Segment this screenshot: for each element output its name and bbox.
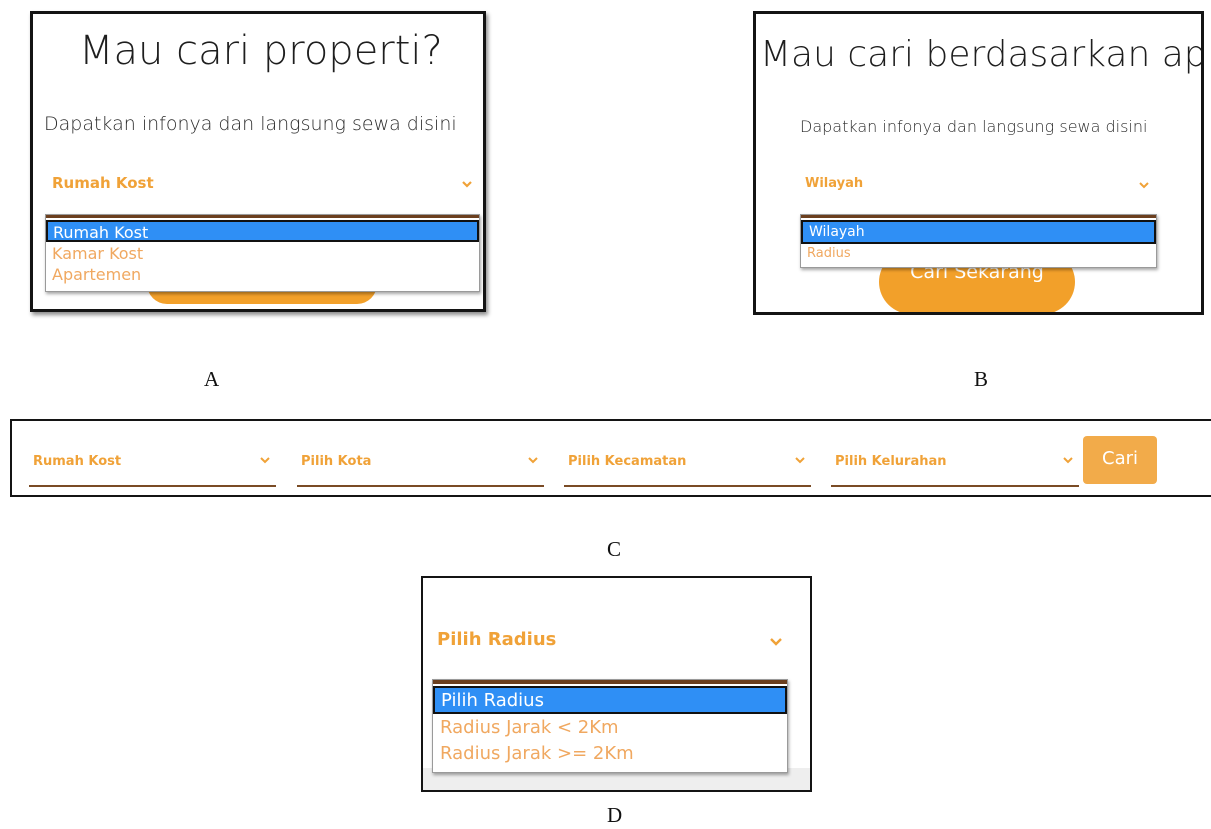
option-rumah-kost[interactable]: Rumah Kost bbox=[46, 220, 479, 242]
field-value: Pilih Kecamatan bbox=[568, 454, 687, 469]
option-radius[interactable]: Radius bbox=[801, 246, 1156, 264]
label-d: D bbox=[607, 803, 623, 827]
option-kamar-kost[interactable]: Kamar Kost bbox=[46, 243, 479, 263]
chevron-down-icon[interactable] bbox=[1062, 455, 1074, 465]
option-radius-lt-2km[interactable]: Radius Jarak < 2Km bbox=[433, 716, 787, 741]
option-radius-gte-2km[interactable]: Radius Jarak >= 2Km bbox=[433, 742, 787, 767]
panel-a: Mau cari properti? Dapatkan infonya dan … bbox=[30, 11, 486, 312]
page-title: Mau cari berdasarkan apa? bbox=[760, 34, 1204, 75]
property-type-select[interactable]: Rumah Kost bbox=[47, 169, 477, 199]
chevron-down-icon[interactable] bbox=[769, 635, 783, 647]
field-kelurahan[interactable]: Pilih Kelurahan bbox=[831, 421, 1079, 491]
option-pilih-radius[interactable]: Pilih Radius bbox=[433, 686, 787, 714]
field-underline bbox=[831, 485, 1079, 487]
chevron-down-icon[interactable] bbox=[461, 179, 473, 189]
label-b: B bbox=[974, 367, 989, 391]
page-title: Mau cari properti? bbox=[79, 28, 443, 74]
label-c: C bbox=[607, 537, 622, 561]
dropdown-top-border bbox=[46, 215, 479, 218]
select-value: Wilayah bbox=[805, 176, 864, 191]
panel-d: Pilih Radius Pilih Radius Radius Jarak <… bbox=[421, 576, 812, 792]
cari-label: Cari bbox=[1102, 448, 1138, 469]
panel-b: Mau cari berdasarkan apa? Dapatkan infon… bbox=[753, 11, 1204, 315]
radius-select[interactable]: Pilih Radius bbox=[435, 626, 787, 654]
option-wilayah[interactable]: Wilayah bbox=[801, 220, 1156, 244]
chevron-down-icon[interactable] bbox=[1138, 180, 1150, 190]
dropdown-list: Wilayah Radius bbox=[800, 214, 1157, 268]
page-subtitle: Dapatkan infonya dan langsung sewa disin… bbox=[800, 117, 1148, 136]
dropdown-top-border bbox=[433, 680, 787, 684]
field-value: Pilih Kota bbox=[301, 454, 372, 469]
chevron-down-icon[interactable] bbox=[527, 455, 539, 465]
search-by-select[interactable]: Wilayah bbox=[802, 172, 1154, 198]
field-underline bbox=[564, 485, 811, 487]
select-value: Pilih Radius bbox=[437, 629, 557, 650]
field-value: Pilih Kelurahan bbox=[835, 454, 947, 469]
select-value: Rumah Kost bbox=[52, 174, 154, 192]
chevron-down-icon[interactable] bbox=[794, 455, 806, 465]
label-a: A bbox=[204, 367, 220, 391]
option-apartemen[interactable]: Apartemen bbox=[46, 264, 479, 284]
field-value: Rumah Kost bbox=[33, 454, 122, 469]
cari-button[interactable]: Cari bbox=[1083, 436, 1157, 484]
field-property-type[interactable]: Rumah Kost bbox=[29, 421, 276, 491]
panel-c: Rumah Kost Pilih Kota Pilih Kecamatan Pi… bbox=[10, 419, 1211, 497]
field-kecamatan[interactable]: Pilih Kecamatan bbox=[564, 421, 811, 491]
field-underline bbox=[297, 485, 544, 487]
page-subtitle: Dapatkan infonya dan langsung sewa disin… bbox=[44, 113, 457, 135]
dropdown-top-border bbox=[801, 215, 1156, 218]
chevron-down-icon[interactable] bbox=[259, 455, 271, 465]
dropdown-list: Pilih Radius Radius Jarak < 2Km Radius J… bbox=[432, 679, 788, 773]
field-underline bbox=[29, 485, 276, 487]
dropdown-list: Rumah Kost Kamar Kost Apartemen bbox=[45, 214, 480, 292]
field-kota[interactable]: Pilih Kota bbox=[297, 421, 544, 491]
